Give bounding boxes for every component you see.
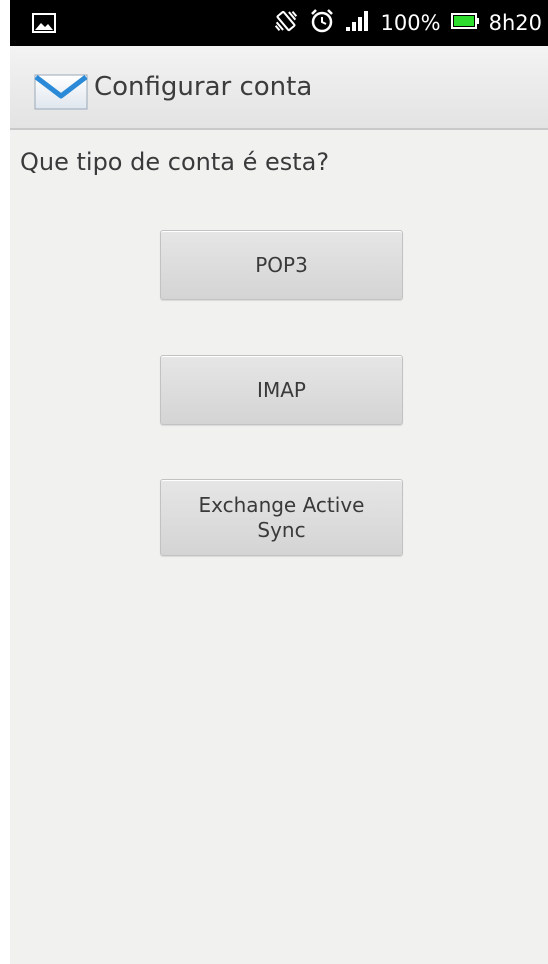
account-type-question: Que tipo de conta é esta? <box>20 148 330 176</box>
battery-icon <box>450 11 479 35</box>
alarm-icon <box>309 8 335 38</box>
exchange-label-line2: Sync <box>257 517 306 542</box>
exchange-label-line1: Exchange Active <box>198 492 365 517</box>
signal-icon <box>345 10 371 36</box>
imap-button[interactable]: IMAP <box>160 355 403 425</box>
clock: 8h20 <box>488 11 542 35</box>
page-title: Configurar conta <box>94 72 313 102</box>
mail-icon[interactable] <box>34 74 88 110</box>
exchange-activesync-button[interactable]: Exchange Active Sync <box>160 479 403 556</box>
status-bar: 100% 8h20 <box>10 0 548 46</box>
battery-percent: 100% <box>380 11 441 35</box>
screen: 100% 8h20 Configurar conta Que tipo de c… <box>10 0 548 964</box>
image-icon <box>32 13 56 37</box>
action-bar: Configurar conta <box>10 46 548 130</box>
pop3-button[interactable]: POP3 <box>160 230 403 300</box>
vibrate-icon <box>273 8 299 38</box>
